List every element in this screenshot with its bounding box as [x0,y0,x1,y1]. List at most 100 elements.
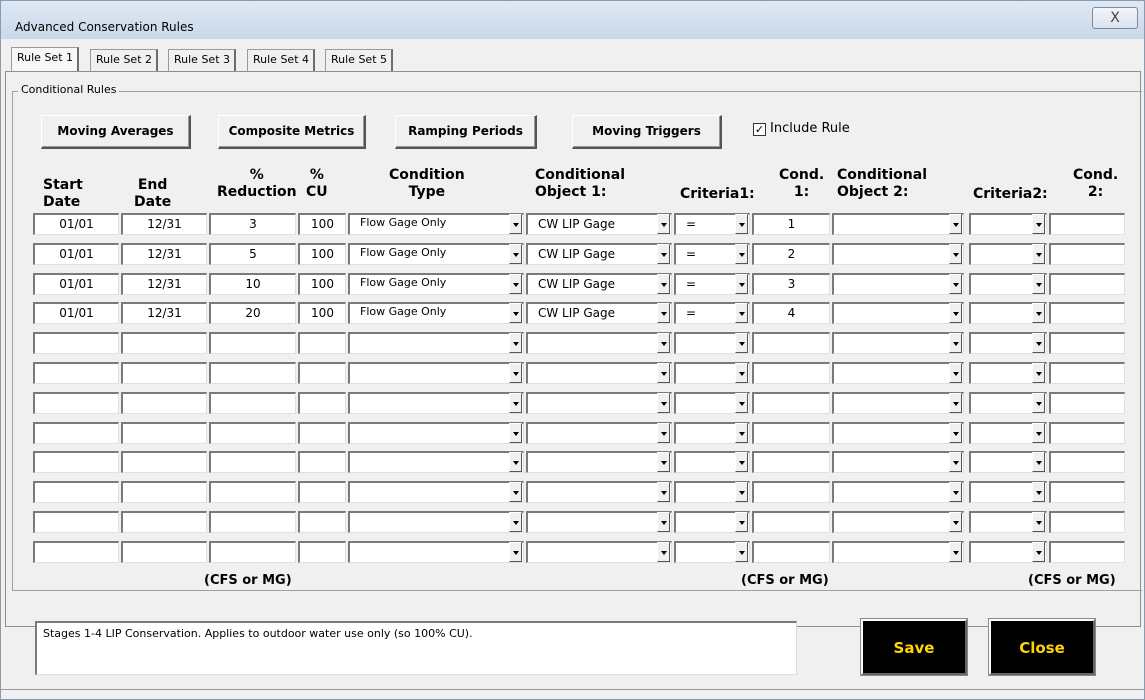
cond-2-field[interactable] [1049,511,1125,533]
conditional-object-2-select[interactable] [832,451,964,474]
conditional-object-1-select[interactable] [526,362,672,384]
pct-reduction-field[interactable] [209,540,296,563]
dropdown-arrow-icon[interactable] [949,392,962,413]
cond-1-field[interactable]: 4 [752,302,830,325]
dropdown-arrow-icon[interactable] [735,363,748,383]
start-date-field[interactable] [33,421,119,444]
condition-type-select[interactable]: Flow Gage Only [348,242,524,265]
dropdown-arrow-icon[interactable] [1032,333,1045,354]
cond-1-field[interactable] [752,481,830,504]
dropdown-arrow-icon[interactable] [509,541,522,562]
rule-notes-textbox[interactable]: Stages 1-4 LIP Conservation. Applies to … [35,621,797,675]
condition-type-select[interactable] [348,451,524,474]
cond-2-field[interactable] [1049,451,1125,474]
dropdown-arrow-icon[interactable] [657,243,670,264]
dropdown-arrow-icon[interactable] [1032,363,1045,383]
conditional-object-1-select[interactable] [526,481,672,504]
conditional-object-1-select[interactable]: CW LIP Gage [526,242,672,265]
dropdown-arrow-icon[interactable] [1032,512,1045,532]
cond-2-field[interactable] [1049,421,1125,444]
conditional-object-1-select[interactable]: CW LIP Gage [526,213,672,235]
end-date-field[interactable] [121,511,207,533]
cond-1-field[interactable] [752,421,830,444]
window-close-button[interactable]: X [1092,7,1138,29]
pct-cu-field[interactable] [298,362,346,384]
dropdown-arrow-icon[interactable] [509,273,522,294]
pct-reduction-field[interactable] [209,451,296,474]
dropdown-arrow-icon[interactable] [509,452,522,473]
end-date-field[interactable] [121,481,207,504]
end-date-field[interactable]: 12/31 [121,272,207,295]
pct-cu-field[interactable] [298,332,346,355]
moving-triggers-button[interactable]: Moving Triggers [572,115,722,149]
dropdown-arrow-icon[interactable] [949,452,962,473]
tab-rule-set-5[interactable]: Rule Set 5 [325,49,393,71]
conditional-object-2-select[interactable] [832,362,964,384]
tab-rule-set-3[interactable]: Rule Set 3 [168,49,236,71]
condition-type-select[interactable] [348,332,524,355]
pct-reduction-field[interactable] [209,481,296,504]
conditional-object-2-select[interactable] [832,272,964,295]
cond-2-field[interactable] [1049,272,1125,295]
end-date-field[interactable]: 12/31 [121,213,207,235]
pct-reduction-field[interactable]: 3 [209,213,296,235]
cond-1-field[interactable] [752,332,830,355]
condition-type-select[interactable] [348,421,524,444]
end-date-field[interactable]: 12/31 [121,302,207,325]
start-date-field[interactable] [33,481,119,504]
start-date-field[interactable] [33,540,119,563]
dropdown-arrow-icon[interactable] [657,363,670,383]
start-date-field[interactable]: 01/01 [33,302,119,325]
dropdown-arrow-icon[interactable] [735,273,748,294]
cond-1-field[interactable] [752,362,830,384]
cond-2-field[interactable] [1049,362,1125,384]
start-date-field[interactable] [33,362,119,384]
dropdown-arrow-icon[interactable] [949,363,962,383]
conditional-object-2-select[interactable] [832,391,964,414]
checkbox-mark[interactable]: ✓ [753,123,766,136]
conditional-object-2-select[interactable] [832,332,964,355]
dropdown-arrow-icon[interactable] [735,243,748,264]
dropdown-arrow-icon[interactable] [949,541,962,562]
cond-1-field[interactable] [752,540,830,563]
dropdown-arrow-icon[interactable] [1032,273,1045,294]
start-date-field[interactable] [33,511,119,533]
dropdown-arrow-icon[interactable] [1032,214,1045,234]
dropdown-arrow-icon[interactable] [657,392,670,413]
end-date-field[interactable] [121,540,207,563]
dropdown-arrow-icon[interactable] [509,363,522,383]
conditional-object-2-select[interactable] [832,540,964,563]
condition-type-select[interactable] [348,391,524,414]
conditional-object-2-select[interactable] [832,302,964,325]
pct-cu-field[interactable]: 100 [298,213,346,235]
dropdown-arrow-icon[interactable] [949,273,962,294]
dropdown-arrow-icon[interactable] [509,392,522,413]
dropdown-arrow-icon[interactable] [509,422,522,443]
start-date-field[interactable]: 01/01 [33,272,119,295]
dropdown-arrow-icon[interactable] [949,303,962,324]
dropdown-arrow-icon[interactable] [1032,541,1045,562]
conditional-object-1-select[interactable] [526,391,672,414]
dropdown-arrow-icon[interactable] [509,512,522,532]
pct-cu-field[interactable] [298,421,346,444]
conditional-object-1-select[interactable] [526,451,672,474]
start-date-field[interactable] [33,451,119,474]
dropdown-arrow-icon[interactable] [735,214,748,234]
condition-type-select[interactable] [348,511,524,533]
dropdown-arrow-icon[interactable] [657,452,670,473]
dropdown-arrow-icon[interactable] [735,512,748,532]
dropdown-arrow-icon[interactable] [657,333,670,354]
start-date-field[interactable] [33,332,119,355]
dropdown-arrow-icon[interactable] [735,422,748,443]
dropdown-arrow-icon[interactable] [949,243,962,264]
condition-type-select[interactable] [348,481,524,504]
save-button[interactable]: Save [860,618,968,676]
pct-reduction-field[interactable] [209,511,296,533]
start-date-field[interactable] [33,391,119,414]
conditional-object-1-select[interactable]: CW LIP Gage [526,302,672,325]
dropdown-arrow-icon[interactable] [735,303,748,324]
dropdown-arrow-icon[interactable] [657,541,670,562]
cond-2-field[interactable] [1049,332,1125,355]
pct-reduction-field[interactable] [209,362,296,384]
conditional-object-2-select[interactable] [832,421,964,444]
